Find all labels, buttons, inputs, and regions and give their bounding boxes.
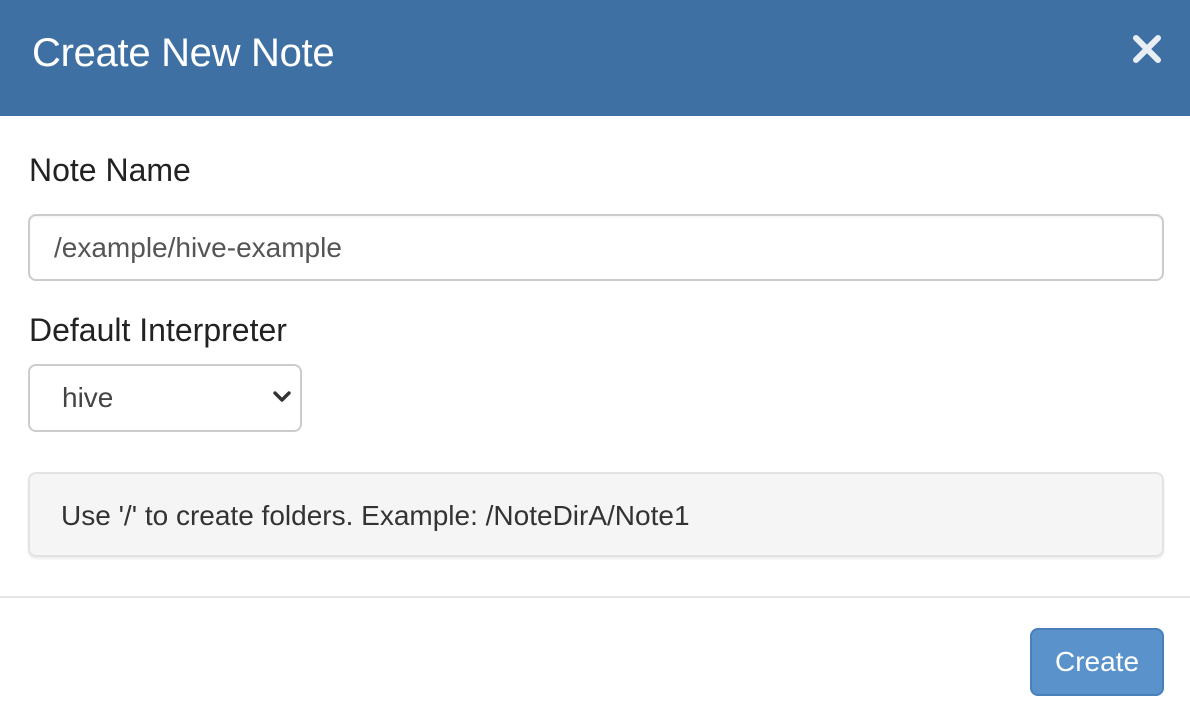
interpreter-select[interactable]: hive [28,364,302,432]
close-button[interactable] [1130,32,1164,66]
chevron-down-icon [273,391,291,402]
default-interpreter-label: Default Interpreter [29,312,287,348]
folder-hint-text: Use '/' to create folders. Example: /Not… [61,500,690,531]
footer-divider [0,596,1190,598]
dialog-header: Create New Note [0,0,1190,116]
create-note-dialog: Create New Note Note Name Default Interp… [0,0,1190,714]
create-button[interactable]: Create [1030,628,1164,696]
note-name-label: Note Name [29,152,191,188]
dialog-title: Create New Note [32,31,335,75]
note-name-input[interactable] [28,214,1164,281]
close-icon [1133,35,1161,63]
interpreter-selected-value: hive [62,382,114,413]
folder-hint: Use '/' to create folders. Example: /Not… [28,472,1164,557]
